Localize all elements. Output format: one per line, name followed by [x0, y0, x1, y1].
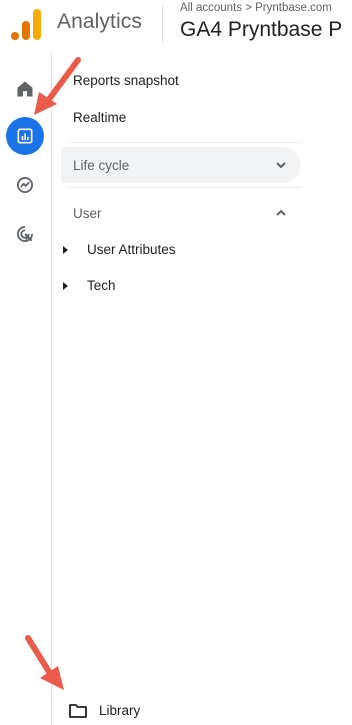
nav-divider [67, 142, 302, 143]
chevron-down-icon [276, 162, 286, 169]
explore-button[interactable] [6, 166, 44, 204]
nav-library-label: Library [99, 703, 141, 718]
expand-caret-icon [63, 245, 68, 254]
account-breadcrumb[interactable]: All accounts > Pryntbase.com [180, 2, 332, 14]
left-nav-rail [0, 52, 52, 725]
nav-tech[interactable]: Tech [63, 278, 116, 293]
expand-caret-icon [63, 281, 68, 290]
chevron-up-icon [276, 209, 286, 216]
section-lifecycle-label: Life cycle [73, 157, 130, 173]
nav-tech-label: Tech [87, 278, 116, 293]
folder-icon [69, 703, 87, 718]
section-lifecycle[interactable]: Life cycle [61, 147, 301, 183]
advertising-button[interactable] [6, 215, 44, 253]
app-title: Analytics [57, 10, 142, 33]
analytics-logo-icon[interactable] [9, 9, 43, 41]
nav-user-attributes-label: User Attributes [87, 242, 176, 257]
reports-bar-chart-icon [17, 128, 33, 144]
nav-library[interactable]: Library [69, 703, 140, 718]
section-user-label: User [73, 205, 102, 221]
nav-realtime[interactable]: Realtime [73, 110, 126, 125]
app-header: Analytics All accounts > Pryntbase.com G… [0, 0, 352, 52]
header-divider [162, 6, 163, 42]
home-icon [17, 81, 33, 97]
reports-button[interactable] [6, 117, 44, 155]
reports-nav-panel: Reports snapshot Realtime Life cycle Use… [53, 52, 352, 725]
section-user[interactable]: User [61, 195, 301, 231]
nav-divider [67, 187, 302, 188]
nav-reports-snapshot[interactable]: Reports snapshot [73, 73, 179, 88]
explore-icon [17, 177, 33, 193]
advertising-icon [17, 226, 33, 242]
home-button[interactable] [6, 70, 44, 108]
property-selector[interactable]: GA4 Pryntbase P [180, 18, 342, 42]
nav-user-attributes[interactable]: User Attributes [63, 242, 176, 257]
